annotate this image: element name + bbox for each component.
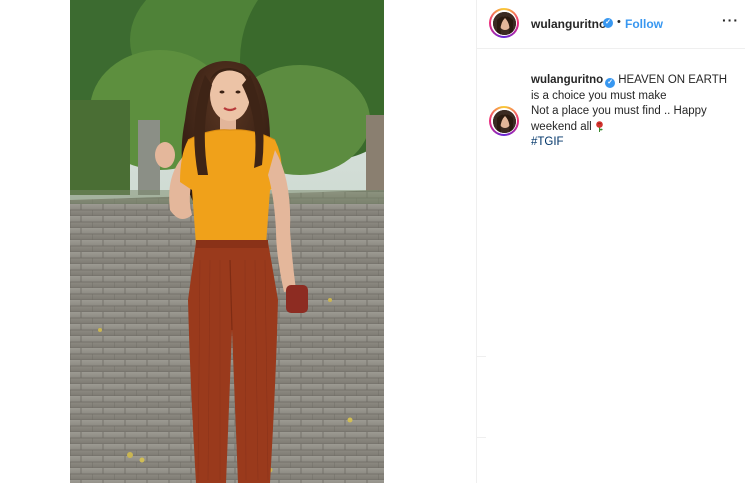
more-options-icon[interactable]: ··· xyxy=(722,12,739,28)
caption-avatar[interactable] xyxy=(489,106,519,136)
panel-divider-mark xyxy=(476,437,486,438)
avatar-ring-inner xyxy=(491,10,517,36)
caption-line-3: Not a place you must find .. Happy weeke… xyxy=(531,105,707,133)
follow-button[interactable]: Follow xyxy=(625,17,663,31)
caption-line-2: is a choice you must make xyxy=(531,89,667,102)
caption-avatar-image xyxy=(492,109,516,133)
hashtag-link[interactable]: #TGIF xyxy=(531,135,731,151)
post-caption: wulanguritno ✓ HEAVEN ON EARTH is a choice… xyxy=(531,73,731,151)
caption-line-1: HEAVEN ON EARTH xyxy=(618,74,728,86)
post-header: wulanguritno ✓ • Follow ··· xyxy=(477,0,745,49)
header-separator: • xyxy=(617,16,621,28)
post-photo[interactable] xyxy=(70,0,384,483)
profile-avatar[interactable] xyxy=(489,8,519,38)
post-side-panel: wulanguritno ✓ • Follow ··· wulanguritno… xyxy=(476,0,745,483)
caption-avatar-ring-inner xyxy=(491,108,517,134)
post-photo-image xyxy=(70,0,384,483)
header-username[interactable]: wulanguritno xyxy=(531,17,606,31)
rose-icon xyxy=(595,120,604,132)
caption-verified-badge-icon: ✓ xyxy=(605,78,616,88)
verified-badge-icon: ✓ xyxy=(603,18,613,28)
caption-username[interactable]: wulanguritno xyxy=(531,74,603,86)
panel-divider-mark xyxy=(476,356,486,357)
avatar-image xyxy=(492,11,516,35)
